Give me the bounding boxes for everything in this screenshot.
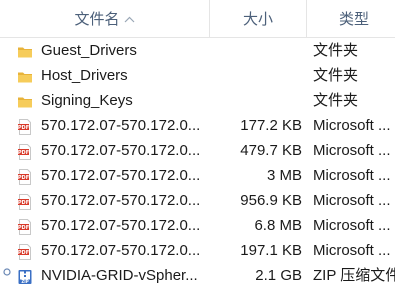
file-row[interactable]: PDF 570.172.07-570.172.0... 197.1 KB Micros… <box>0 238 395 263</box>
svg-text:PDF: PDF <box>18 250 29 256</box>
file-size: 197.1 KB <box>240 242 302 259</box>
file-row[interactable]: PDF 570.172.07-570.172.0... 3 MB Microsoft … <box>0 163 395 188</box>
column-header-name[interactable]: 文件名 <box>0 0 209 37</box>
pdf-icon: PDF <box>17 218 33 235</box>
file-type: Microsoft ... <box>313 192 391 209</box>
file-size: 177.2 KB <box>240 117 302 134</box>
pdf-icon: PDF <box>17 193 33 210</box>
file-name: 570.172.07-570.172.0... <box>41 192 201 209</box>
pdf-icon: PDF <box>17 168 33 185</box>
file-type: Microsoft ... <box>313 142 391 159</box>
folder-icon <box>17 68 33 84</box>
file-row[interactable]: ZIP NVIDIA-GRID-vSpher... 2.1 GB ZIP 压缩文件 <box>0 263 395 288</box>
pdf-icon: PDF <box>17 243 33 260</box>
file-type: Microsoft ... <box>313 117 391 134</box>
file-explorer: 文件名 大小 类型 Guest_Drivers 文件夹 Host_Drivers 文件… <box>0 0 395 290</box>
sync-status-icon <box>3 263 11 276</box>
file-name: 570.172.07-570.172.0... <box>41 117 201 134</box>
file-type: Microsoft ... <box>313 167 391 184</box>
file-name: Guest_Drivers <box>41 42 137 59</box>
file-type: 文件夹 <box>313 42 359 59</box>
folder-row[interactable]: Signing_Keys 文件夹 <box>0 88 395 113</box>
sort-ascending-icon <box>124 0 135 39</box>
folder-row[interactable]: Host_Drivers 文件夹 <box>0 63 395 88</box>
file-type: 文件夹 <box>313 92 359 109</box>
column-header-type[interactable]: 类型 <box>307 0 395 37</box>
column-header-size-label: 大小 <box>242 11 273 28</box>
file-name: 570.172.07-570.172.0... <box>41 242 201 259</box>
zip-icon: ZIP <box>17 268 33 284</box>
svg-text:PDF: PDF <box>18 125 29 131</box>
file-name: Host_Drivers <box>41 67 128 84</box>
svg-text:ZIP: ZIP <box>21 279 28 284</box>
svg-text:PDF: PDF <box>18 200 29 206</box>
file-list: Guest_Drivers 文件夹 Host_Drivers 文件夹 Signing_K… <box>0 38 395 288</box>
svg-text:PDF: PDF <box>18 175 29 181</box>
file-row[interactable]: PDF 570.172.07-570.172.0... 177.2 KB Micros… <box>0 113 395 138</box>
file-row[interactable]: PDF 570.172.07-570.172.0... 956.9 KB Micros… <box>0 188 395 213</box>
file-type: Microsoft ... <box>313 217 391 234</box>
file-row[interactable]: PDF 570.172.07-570.172.0... 6.8 MB Microsof… <box>0 213 395 238</box>
column-header-type-label: 类型 <box>339 11 370 28</box>
file-name: NVIDIA-GRID-vSpher... <box>41 267 198 284</box>
file-size: 479.7 KB <box>240 142 302 159</box>
file-type: Microsoft ... <box>313 242 391 259</box>
pdf-icon: PDF <box>17 118 33 135</box>
pdf-icon: PDF <box>17 143 33 160</box>
file-name: Signing_Keys <box>41 92 133 109</box>
svg-text:PDF: PDF <box>18 150 29 156</box>
file-size: 956.9 KB <box>240 192 302 209</box>
svg-text:PDF: PDF <box>18 225 29 231</box>
file-type: 文件夹 <box>313 67 359 84</box>
file-name: 570.172.07-570.172.0... <box>41 142 201 159</box>
file-row[interactable]: PDF 570.172.07-570.172.0... 479.7 KB Micros… <box>0 138 395 163</box>
folder-icon <box>17 93 33 109</box>
file-type: ZIP 压缩文件 <box>313 267 395 284</box>
folder-row[interactable]: Guest_Drivers 文件夹 <box>0 38 395 63</box>
column-header-name-label: 文件名 <box>74 11 120 28</box>
column-header-bar: 文件名 大小 类型 <box>0 0 395 38</box>
folder-icon <box>17 43 33 59</box>
file-name: 570.172.07-570.172.0... <box>41 167 201 184</box>
file-size: 2.1 GB <box>255 267 302 284</box>
file-size: 3 MB <box>266 167 302 184</box>
file-name: 570.172.07-570.172.0... <box>41 217 201 234</box>
file-size: 6.8 MB <box>254 217 302 234</box>
column-header-size[interactable]: 大小 <box>210 0 306 37</box>
